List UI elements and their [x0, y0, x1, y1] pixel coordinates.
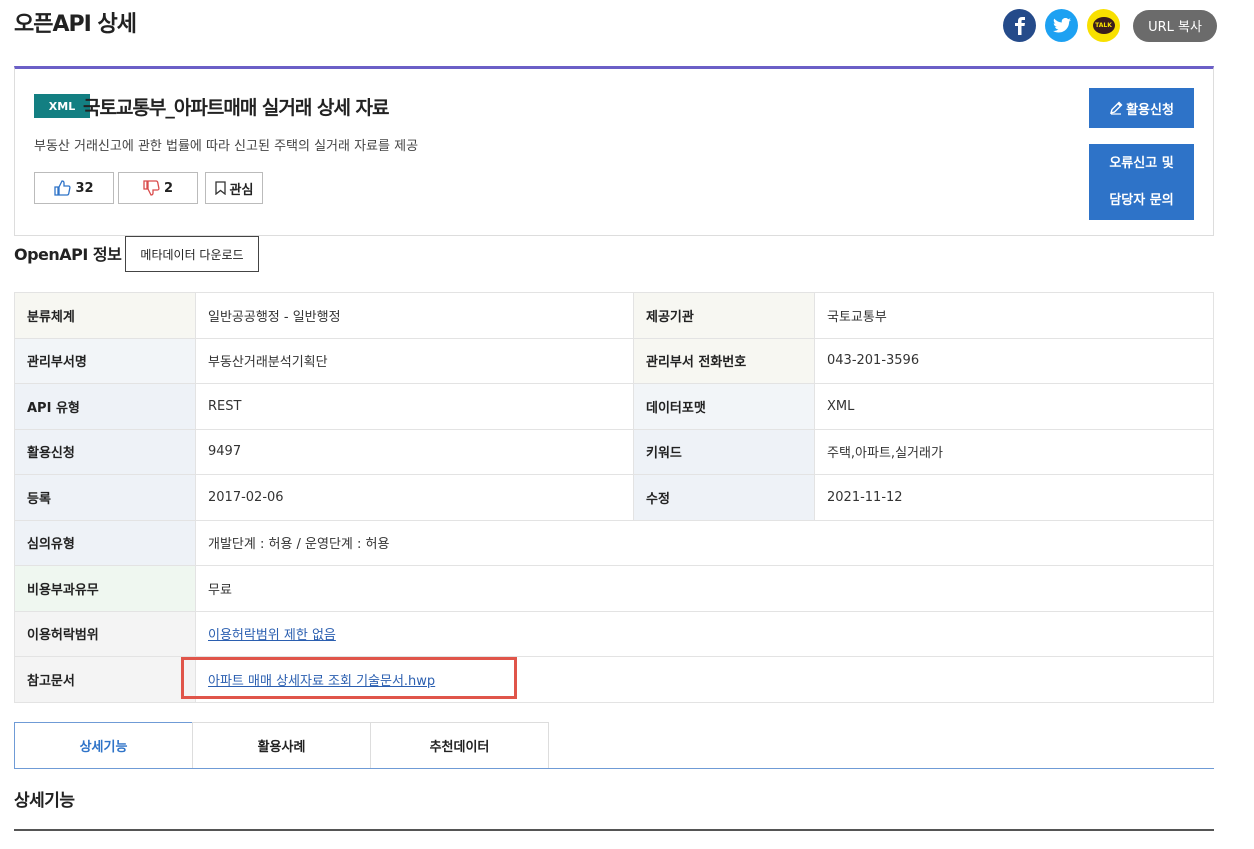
apply-label: 활용신청 [1126, 102, 1174, 118]
table-row: 활용신청 9497 키워드 주택,아파트,실거래가 [14, 428, 1214, 475]
metadata-download-button[interactable]: 메타데이터 다운로드 [125, 236, 259, 272]
cost-label: 비용부과유무 [14, 565, 196, 612]
facebook-icon [1014, 16, 1025, 35]
openapi-info-table: 분류체계 일반공공행정 - 일반행정 제공기관 국토교통부 관리부서명 부동산거… [14, 292, 1214, 703]
tab-use-cases[interactable]: 활용사례 [192, 722, 371, 769]
cost-value: 무료 [195, 565, 1214, 612]
license-cell: 이용허락범위 제한 없음 [195, 610, 1214, 657]
applications-label: 활용신청 [14, 428, 196, 475]
api-type-value: REST [195, 383, 634, 430]
review-label: 심의유형 [14, 519, 196, 566]
license-label: 이용허락범위 [14, 610, 196, 657]
data-format-label: 데이터포맷 [633, 383, 815, 430]
data-format-value: XML [814, 383, 1214, 430]
table-row: 등록 2017-02-06 수정 2021-11-12 [14, 474, 1214, 521]
section-divider [14, 829, 1214, 831]
table-row: 비용부과유무 무료 [14, 565, 1214, 612]
kakaotalk-icon: TALK [1092, 17, 1115, 34]
twitter-icon [1052, 18, 1071, 33]
api-summary-card: XML 국토교통부_아파트매매 실거래 상세 자료 부동산 거래신고에 관한 법… [14, 66, 1214, 236]
reference-cell: 아파트 매매 상세자료 조회 기술문서.hwp [195, 656, 1214, 703]
license-link[interactable]: 이용허락범위 제한 없음 [208, 628, 336, 643]
kakaotalk-share-button[interactable]: TALK [1087, 9, 1120, 42]
report-contact-button[interactable]: 오류신고 및 담당자 문의 [1089, 144, 1194, 220]
page-title: 오픈API 상세 [14, 12, 137, 37]
modified-value: 2021-11-12 [814, 474, 1214, 521]
table-row: 관리부서명 부동산거래분석기획단 관리부서 전화번호 043-201-3596 [14, 337, 1214, 384]
report-label-line1: 오류신고 및 [1109, 156, 1174, 171]
bookmark-icon [214, 181, 226, 195]
thumbs-up-icon [54, 180, 72, 196]
table-row: 분류체계 일반공공행정 - 일반행정 제공기관 국토교통부 [14, 292, 1214, 339]
phone-label: 관리부서 전화번호 [633, 337, 815, 384]
keywords-value: 주택,아파트,실거래가 [814, 428, 1214, 475]
detail-function-title: 상세기능 [14, 791, 75, 811]
table-row: API 유형 REST 데이터포맷 XML [14, 383, 1214, 430]
like-button[interactable]: 32 [34, 172, 114, 204]
phone-value: 043-201-3596 [814, 337, 1214, 384]
table-row: 참고문서 아파트 매매 상세자료 조회 기술문서.hwp [14, 656, 1214, 703]
applications-value: 9497 [195, 428, 634, 475]
twitter-share-button[interactable] [1045, 9, 1078, 42]
table-row: 이용허락범위 이용허락범위 제한 없음 [14, 610, 1214, 657]
api-title: 국토교통부_아파트매매 실거래 상세 자료 [83, 97, 390, 119]
pencil-icon [1110, 101, 1123, 115]
tab-detail-function[interactable]: 상세기능 [14, 722, 193, 769]
url-copy-button[interactable]: URL 복사 [1133, 9, 1217, 42]
keywords-label: 키워드 [633, 428, 815, 475]
interest-label: 관심 [229, 182, 254, 198]
facebook-share-button[interactable] [1003, 9, 1036, 42]
tab-recommended-data[interactable]: 추천데이터 [370, 722, 549, 769]
like-count: 32 [75, 180, 94, 196]
registered-label: 등록 [14, 474, 196, 521]
table-row: 심의유형 개발단계 : 허용 / 운영단계 : 허용 [14, 519, 1214, 566]
reference-doc-link[interactable]: 아파트 매매 상세자료 조회 기술문서.hwp [208, 674, 435, 689]
category-label: 분류체계 [14, 292, 196, 339]
thumbs-down-icon [143, 180, 160, 196]
registered-value: 2017-02-06 [195, 474, 634, 521]
review-value: 개발단계 : 허용 / 운영단계 : 허용 [195, 519, 1214, 566]
apply-button[interactable]: 활용신청 [1089, 88, 1194, 128]
report-label-line2: 담당자 문의 [1109, 193, 1174, 208]
provider-value: 국토교통부 [814, 292, 1214, 339]
provider-label: 제공기관 [633, 292, 815, 339]
tab-divider [14, 768, 1214, 769]
reference-label: 참고문서 [14, 656, 196, 703]
format-badge: XML [34, 94, 90, 118]
detail-tabs: 상세기능 활용사례 추천데이터 [14, 722, 549, 769]
modified-label: 수정 [633, 474, 815, 521]
dept-value: 부동산거래분석기획단 [195, 337, 634, 384]
category-value: 일반공공행정 - 일반행정 [195, 292, 634, 339]
share-bar: TALK URL 복사 [1003, 9, 1217, 42]
api-description: 부동산 거래신고에 관한 법률에 따라 신고된 주택의 실거래 자료를 제공 [34, 139, 419, 154]
dislike-button[interactable]: 2 [118, 172, 198, 204]
openapi-info-title: OpenAPI 정보 [14, 245, 122, 264]
api-type-label: API 유형 [14, 383, 196, 430]
dislike-count: 2 [163, 180, 174, 196]
interest-button[interactable]: 관심 [205, 172, 263, 204]
dept-label: 관리부서명 [14, 337, 196, 384]
